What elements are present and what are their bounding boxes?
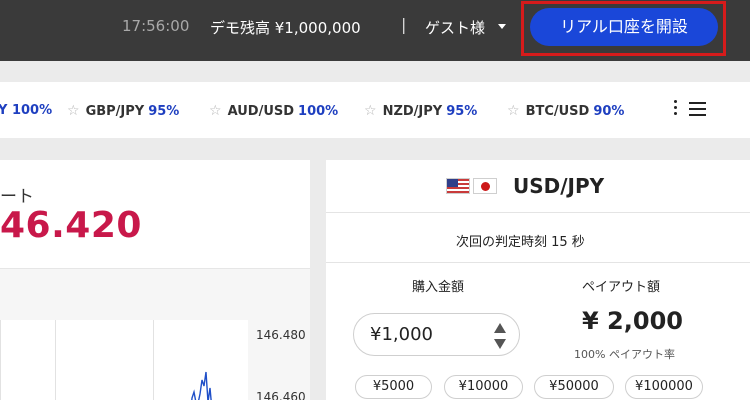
price-chart[interactable]: 146.480 146.460 xyxy=(0,269,310,400)
watchlist-pair: BTC/USD xyxy=(525,104,590,119)
clock: 17:56:00 xyxy=(122,17,190,35)
watchlist-item[interactable]: ☆ BTC/USD 90% xyxy=(507,103,624,119)
watchlist-pct: 90% xyxy=(593,104,625,119)
preset-amount-button[interactable]: ¥10000 xyxy=(444,375,523,399)
y-tick-label: 146.480 xyxy=(256,328,306,342)
watchlist-pct: Y 100% xyxy=(0,103,53,118)
watchlist-item[interactable]: ☆ AUD/USD 100% xyxy=(209,103,338,119)
watchlist-item[interactable]: ☆ NZD/JPY 95% xyxy=(364,103,477,119)
watchlist-item[interactable]: Y 100% xyxy=(0,103,52,118)
pair-title: USD/JPY xyxy=(513,174,605,198)
demo-balance: デモ残高 ¥1,000,000 xyxy=(210,19,361,37)
us-flag-icon xyxy=(446,178,470,194)
header-separator: | xyxy=(401,15,407,34)
rate-panel: ート 46.420 146.480 146.460 xyxy=(0,160,310,400)
hamburger-menu-icon[interactable] xyxy=(689,102,706,116)
decrement-icon[interactable] xyxy=(494,339,506,349)
preset-amount-button[interactable]: ¥100000 xyxy=(625,375,703,399)
purchase-amount-stepper[interactable]: ¥1,000 xyxy=(353,313,520,356)
star-icon[interactable]: ☆ xyxy=(67,103,80,119)
payout-rate: 100% ペイアウト率 xyxy=(574,348,675,361)
payout-value: ¥ 2,000 xyxy=(582,307,683,335)
star-icon[interactable]: ☆ xyxy=(507,103,520,119)
guest-menu[interactable]: ゲスト様 xyxy=(425,17,485,38)
judge-time-text: 次回の判定時刻 15 秒 xyxy=(456,235,585,250)
purchase-amount-label: 購入金額 xyxy=(412,280,465,295)
preset-amount-button[interactable]: ¥50000 xyxy=(534,375,614,399)
payout-amount-label: ペイアウト額 xyxy=(582,280,661,295)
judge-time-row: 次回の判定時刻 15 秒 xyxy=(326,213,750,263)
rate-value: 46.420 xyxy=(0,205,142,246)
watchlist-pct: 100% xyxy=(298,104,339,119)
star-icon[interactable]: ☆ xyxy=(364,103,377,119)
purchase-amount-value[interactable]: ¥1,000 xyxy=(370,324,433,345)
price-line xyxy=(191,371,212,400)
y-tick-label: 146.460 xyxy=(256,390,306,400)
chart-plot-area xyxy=(0,320,248,400)
preset-amount-button[interactable]: ¥5000 xyxy=(355,375,432,399)
more-options-icon[interactable] xyxy=(674,100,678,116)
watchlist-bar: Y 100% ☆ GBP/JPY 95% ☆ AUD/USD 100% ☆ NZD/JPY… xyxy=(0,82,750,138)
watchlist-pair: GBP/JPY xyxy=(85,104,145,119)
jp-flag-icon xyxy=(473,178,497,194)
watchlist-pct: 95% xyxy=(148,104,180,119)
watchlist-pair: AUD/USD xyxy=(227,104,295,119)
trade-panel: USD/JPY 次回の判定時刻 15 秒 購入金額 ペイアウト額 ¥1,000 … xyxy=(326,160,750,400)
star-icon[interactable]: ☆ xyxy=(209,103,222,119)
watchlist-pct: 95% xyxy=(446,104,478,119)
chevron-down-icon[interactable] xyxy=(498,24,506,29)
rate-label: ート xyxy=(0,187,34,207)
increment-icon[interactable] xyxy=(494,323,506,333)
top-bar: 17:56:00 デモ残高 ¥1,000,000 | ゲスト様 リアル口座を開設 xyxy=(0,0,750,61)
pair-header: USD/JPY xyxy=(326,160,750,213)
open-real-account-button[interactable]: リアル口座を開設 xyxy=(530,8,718,46)
watchlist-pair: NZD/JPY xyxy=(382,104,443,119)
watchlist-item[interactable]: ☆ GBP/JPY 95% xyxy=(67,103,179,119)
